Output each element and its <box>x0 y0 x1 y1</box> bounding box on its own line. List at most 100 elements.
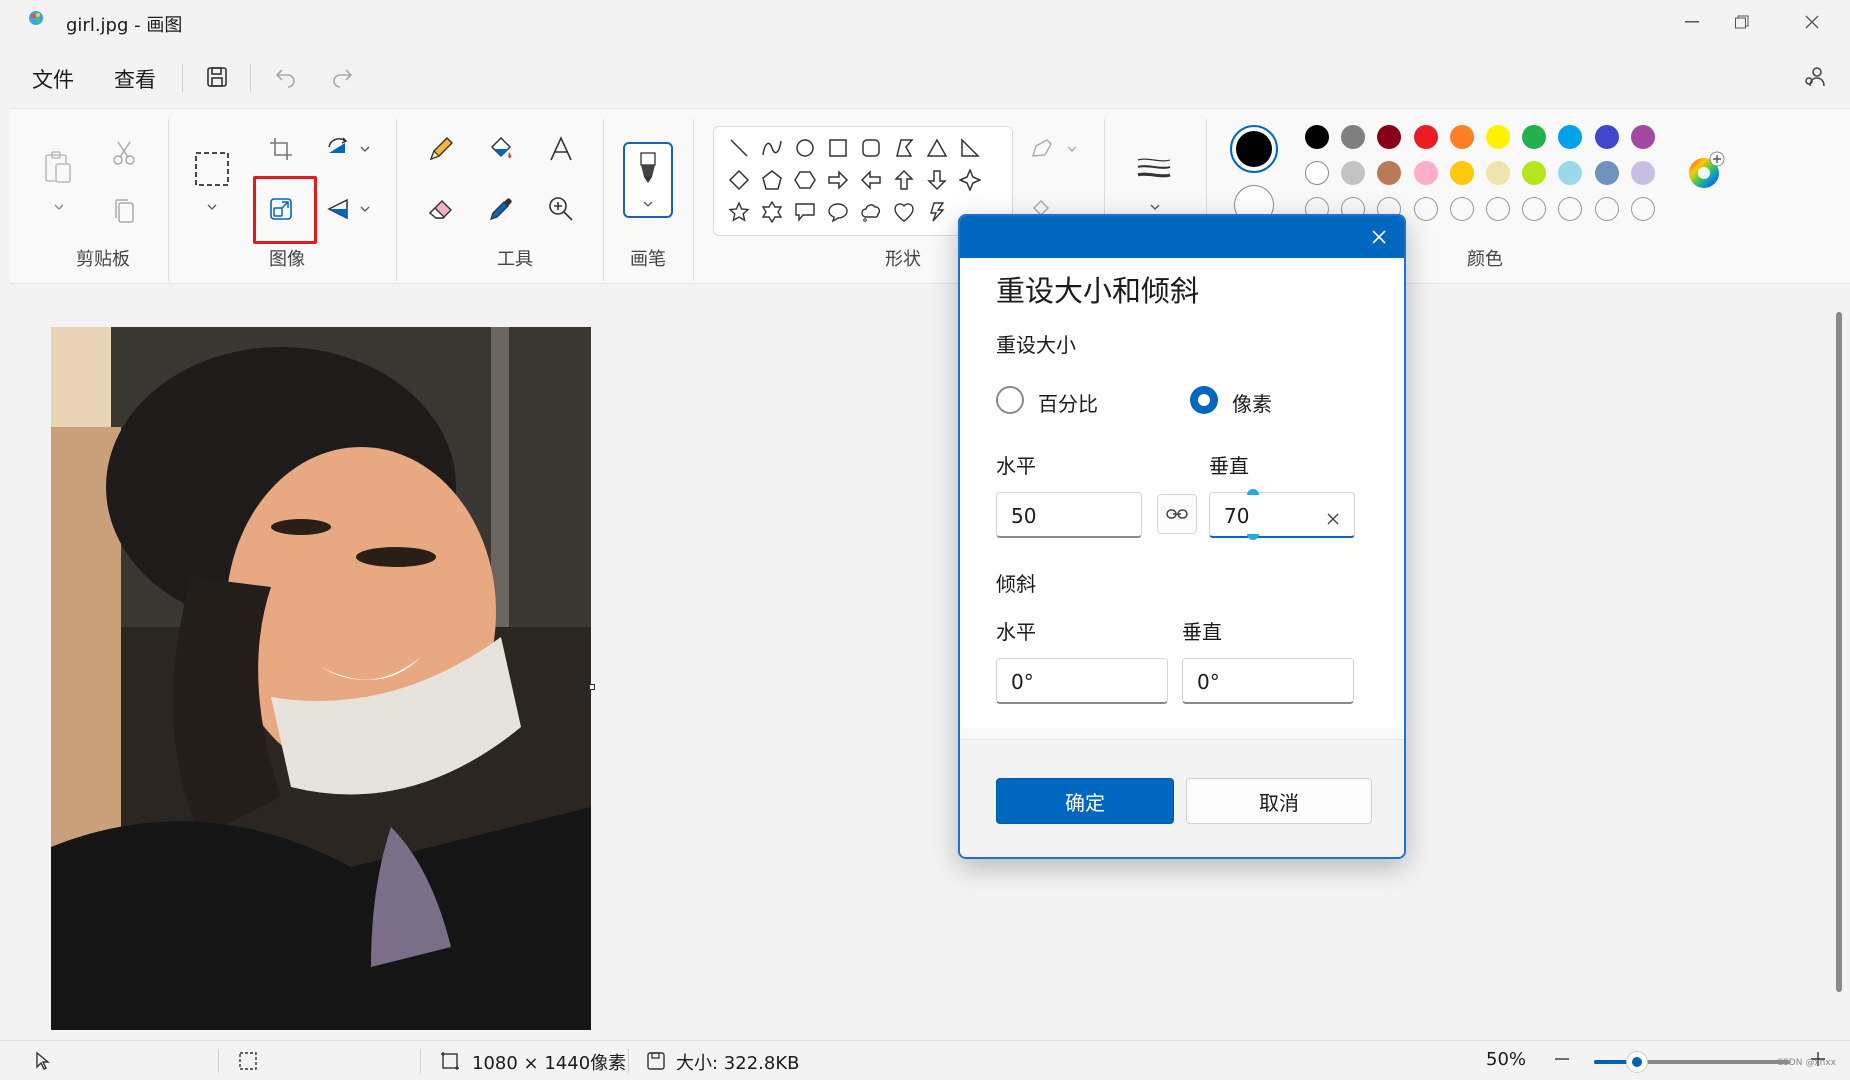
color-swatch[interactable] <box>1449 125 1474 149</box>
left-arrow-shape-icon[interactable] <box>858 167 884 193</box>
custom-color-slot[interactable] <box>1449 197 1474 221</box>
zoom-level-text[interactable]: 50% <box>1486 1049 1526 1070</box>
custom-color-slot[interactable] <box>1558 197 1583 221</box>
stroke-size-icon[interactable] <box>1134 149 1174 189</box>
custom-color-slot[interactable] <box>1594 197 1619 221</box>
color-swatch[interactable] <box>1449 161 1474 185</box>
rotate-icon[interactable] <box>319 129 359 169</box>
eraser-icon[interactable] <box>421 189 461 229</box>
five-point-star-shape-icon[interactable] <box>726 199 752 225</box>
cloud-callout-shape-icon[interactable] <box>858 199 884 225</box>
paste-dropdown-icon[interactable] <box>51 201 67 213</box>
select-icon[interactable] <box>192 149 232 189</box>
color-swatch[interactable] <box>1341 161 1366 185</box>
fill-icon[interactable] <box>481 129 521 169</box>
color-swatch[interactable] <box>1558 125 1583 149</box>
percent-radio-label[interactable]: 百分比 <box>1038 388 1098 417</box>
outline-icon[interactable] <box>1022 129 1062 169</box>
rect-callout-shape-icon[interactable] <box>792 199 818 225</box>
color-swatch[interactable] <box>1377 161 1402 185</box>
curve-shape-icon[interactable] <box>759 135 785 161</box>
dialog-close-button[interactable] <box>1364 222 1394 252</box>
cancel-button[interactable]: 取消 <box>1186 778 1372 824</box>
primary-color-button[interactable] <box>1230 125 1278 173</box>
ok-button[interactable]: 确定 <box>996 778 1174 824</box>
minimize-button[interactable] <box>1664 0 1720 44</box>
maintain-aspect-ratio-button[interactable] <box>1157 494 1197 534</box>
color-swatch[interactable] <box>1522 161 1547 185</box>
flip-dropdown-icon[interactable] <box>357 203 373 215</box>
zoom-slider-thumb[interactable] <box>1626 1051 1649 1073</box>
six-point-star-shape-icon[interactable] <box>759 199 785 225</box>
crop-icon[interactable] <box>261 129 301 169</box>
flip-icon[interactable] <box>319 189 359 229</box>
right-arrow-shape-icon[interactable] <box>825 167 851 193</box>
rounded-rectangle-shape-icon[interactable] <box>858 135 884 161</box>
color-swatch[interactable] <box>1558 161 1583 185</box>
stroke-size-dropdown-icon[interactable] <box>1147 201 1163 213</box>
polygon-shape-icon[interactable] <box>891 135 917 161</box>
custom-color-slot[interactable] <box>1486 197 1510 221</box>
custom-color-slot[interactable] <box>1630 197 1655 221</box>
oval-shape-icon[interactable] <box>792 135 818 161</box>
outline-dropdown-icon[interactable] <box>1064 143 1080 155</box>
oval-callout-shape-icon[interactable] <box>825 199 851 225</box>
zoom-out-icon[interactable] <box>1552 1049 1572 1073</box>
line-shape-icon[interactable] <box>726 135 752 161</box>
close-window-button[interactable] <box>1784 0 1840 44</box>
four-point-star-shape-icon[interactable] <box>957 167 983 193</box>
color-swatch[interactable] <box>1594 125 1619 149</box>
color-swatch[interactable] <box>1486 161 1510 185</box>
copy-icon[interactable] <box>104 191 144 231</box>
color-swatch[interactable] <box>1522 125 1547 149</box>
vertical-scrollbar[interactable] <box>1836 312 1842 992</box>
color-swatch[interactable] <box>1630 125 1655 149</box>
up-arrow-shape-icon[interactable] <box>891 167 917 193</box>
color-swatch[interactable] <box>1594 161 1619 185</box>
pentagon-shape-icon[interactable] <box>759 167 785 193</box>
undo-icon[interactable] <box>270 62 300 92</box>
canvas-image[interactable] <box>51 327 591 1030</box>
rectangle-shape-icon[interactable] <box>825 135 851 161</box>
diamond-shape-icon[interactable] <box>726 167 752 193</box>
select-dropdown-icon[interactable] <box>204 201 220 213</box>
custom-color-slot[interactable] <box>1522 197 1547 221</box>
heart-shape-icon[interactable] <box>891 199 917 225</box>
color-swatch[interactable] <box>1341 125 1366 149</box>
lightning-shape-icon[interactable] <box>924 199 950 225</box>
color-swatch[interactable] <box>1305 161 1329 185</box>
canvas-resize-handle[interactable] <box>589 684 595 690</box>
edit-colors-icon[interactable] <box>1686 151 1726 191</box>
paste-icon[interactable] <box>38 147 78 187</box>
pencil-icon[interactable] <box>421 129 461 169</box>
triangle-shape-icon[interactable] <box>924 135 950 161</box>
percent-radio[interactable] <box>996 386 1024 414</box>
menu-view[interactable]: 查看 <box>114 64 156 94</box>
magnifier-icon[interactable] <box>541 189 581 229</box>
custom-color-slot[interactable] <box>1413 197 1438 221</box>
menu-file[interactable]: 文件 <box>32 64 74 94</box>
save-icon[interactable] <box>202 62 232 92</box>
pixels-radio[interactable] <box>1190 386 1218 414</box>
color-swatch[interactable] <box>1305 125 1329 149</box>
brush-button[interactable] <box>623 142 673 218</box>
text-icon[interactable] <box>541 129 581 169</box>
color-picker-icon[interactable] <box>481 189 521 229</box>
pixels-radio-label[interactable]: 像素 <box>1232 388 1272 417</box>
skew-horizontal-input[interactable]: 0° <box>996 658 1168 704</box>
restore-button[interactable] <box>1714 0 1770 44</box>
color-swatch[interactable] <box>1630 161 1655 185</box>
horizontal-size-input[interactable]: 50 <box>996 492 1142 538</box>
color-swatch[interactable] <box>1377 125 1402 149</box>
clear-input-icon[interactable] <box>1326 507 1340 531</box>
hexagon-shape-icon[interactable] <box>792 167 818 193</box>
right-triangle-shape-icon[interactable] <box>957 135 983 161</box>
rotate-dropdown-icon[interactable] <box>357 143 373 155</box>
color-swatch[interactable] <box>1413 161 1438 185</box>
skew-vertical-input[interactable]: 0° <box>1182 658 1354 704</box>
redo-icon[interactable] <box>328 62 358 92</box>
color-swatch[interactable] <box>1413 125 1438 149</box>
down-arrow-shape-icon[interactable] <box>924 167 950 193</box>
color-swatch[interactable] <box>1486 125 1510 149</box>
cut-icon[interactable] <box>104 133 144 173</box>
